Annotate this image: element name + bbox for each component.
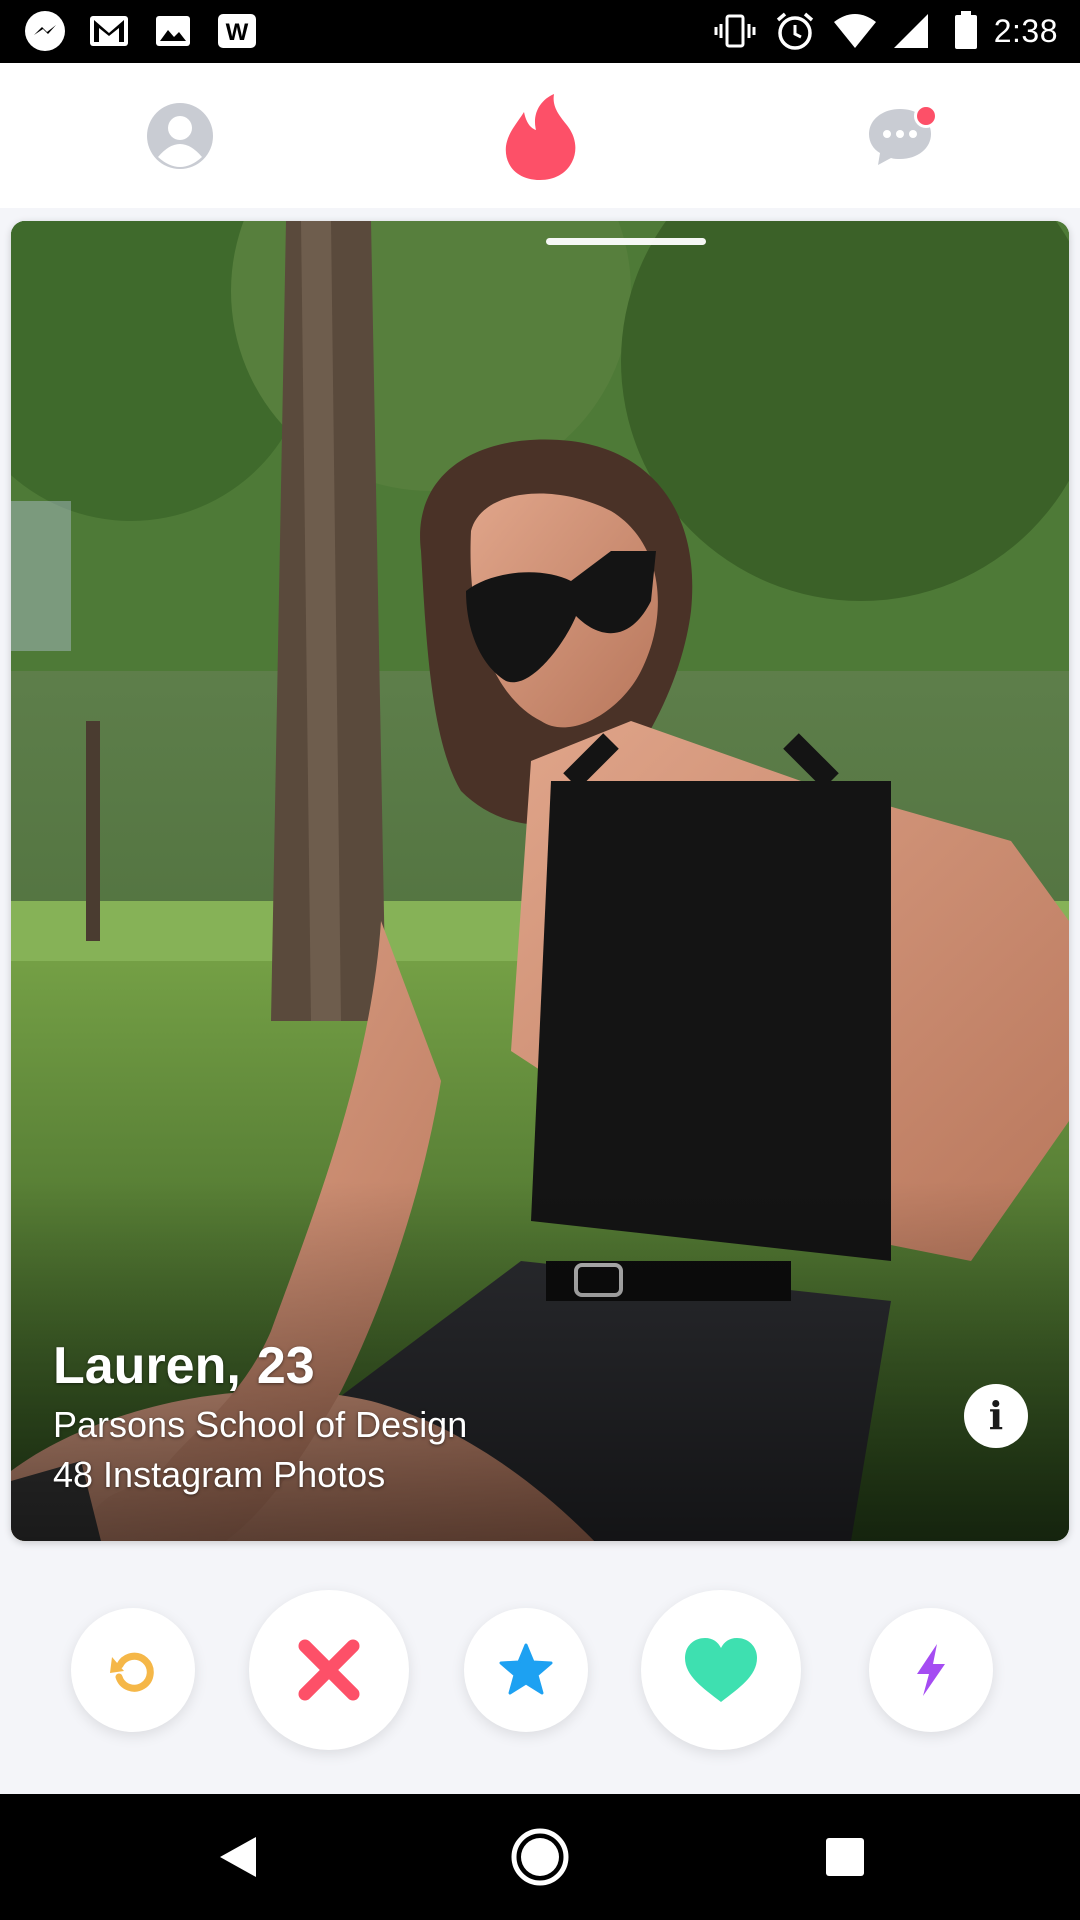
wifi-icon: [832, 8, 878, 54]
svg-text:W: W: [226, 19, 249, 46]
super-like-button[interactable]: [464, 1608, 588, 1732]
gmail-icon: [86, 8, 132, 54]
back-icon: [220, 1837, 256, 1877]
recents-icon: [826, 1838, 864, 1876]
notification-dot: [914, 104, 938, 128]
boost-button[interactable]: [869, 1608, 993, 1732]
messages-button[interactable]: [860, 96, 940, 176]
lightning-icon: [917, 1644, 945, 1696]
profile-age: 23: [256, 1337, 315, 1395]
status-bar: W 2:38: [0, 0, 1080, 63]
name-age-row: Lauren, 23: [53, 1336, 467, 1396]
like-button[interactable]: [641, 1590, 801, 1750]
discover-button[interactable]: [500, 89, 580, 185]
battery-icon: [952, 8, 980, 54]
star-icon: [499, 1643, 553, 1695]
recents-button[interactable]: [815, 1827, 875, 1887]
image-icon: [150, 8, 196, 54]
profile-icon: [147, 103, 213, 169]
card-info[interactable]: Lauren, 23 Parsons School of Design 48 I…: [53, 1336, 467, 1496]
rewind-icon: [110, 1652, 154, 1692]
profile-name: Lauren,: [53, 1337, 241, 1395]
home-icon: [511, 1828, 569, 1886]
vibrate-icon: [712, 8, 758, 54]
nope-button[interactable]: [249, 1590, 409, 1750]
home-button[interactable]: [510, 1827, 570, 1887]
info-icon: i: [988, 1393, 1004, 1438]
heart-icon: [685, 1638, 757, 1702]
profile-button[interactable]: [140, 96, 220, 176]
close-icon: [298, 1639, 360, 1701]
profile-school: Parsons School of Design: [53, 1404, 468, 1445]
system-nav-bar: [0, 1794, 1080, 1920]
notification-icons: W: [22, 8, 260, 54]
profile-card[interactable]: Lauren, 23 Parsons School of Design 48 I…: [11, 221, 1069, 1541]
word-icon: W: [214, 8, 260, 54]
info-button[interactable]: i: [964, 1384, 1028, 1448]
status-time: 2:38: [993, 12, 1058, 49]
messenger-icon: [22, 8, 68, 54]
rewind-button[interactable]: [71, 1608, 195, 1732]
top-nav: [0, 63, 1080, 208]
signal-icon: [892, 8, 938, 54]
flame-icon: [505, 94, 576, 180]
alarm-icon: [772, 8, 818, 54]
photo-indicator: [546, 238, 706, 245]
profile-instagram: 48 Instagram Photos: [53, 1454, 386, 1495]
back-button[interactable]: [208, 1827, 268, 1887]
action-bar: [0, 1560, 1080, 1780]
system-icons: 2:38: [712, 8, 1058, 54]
